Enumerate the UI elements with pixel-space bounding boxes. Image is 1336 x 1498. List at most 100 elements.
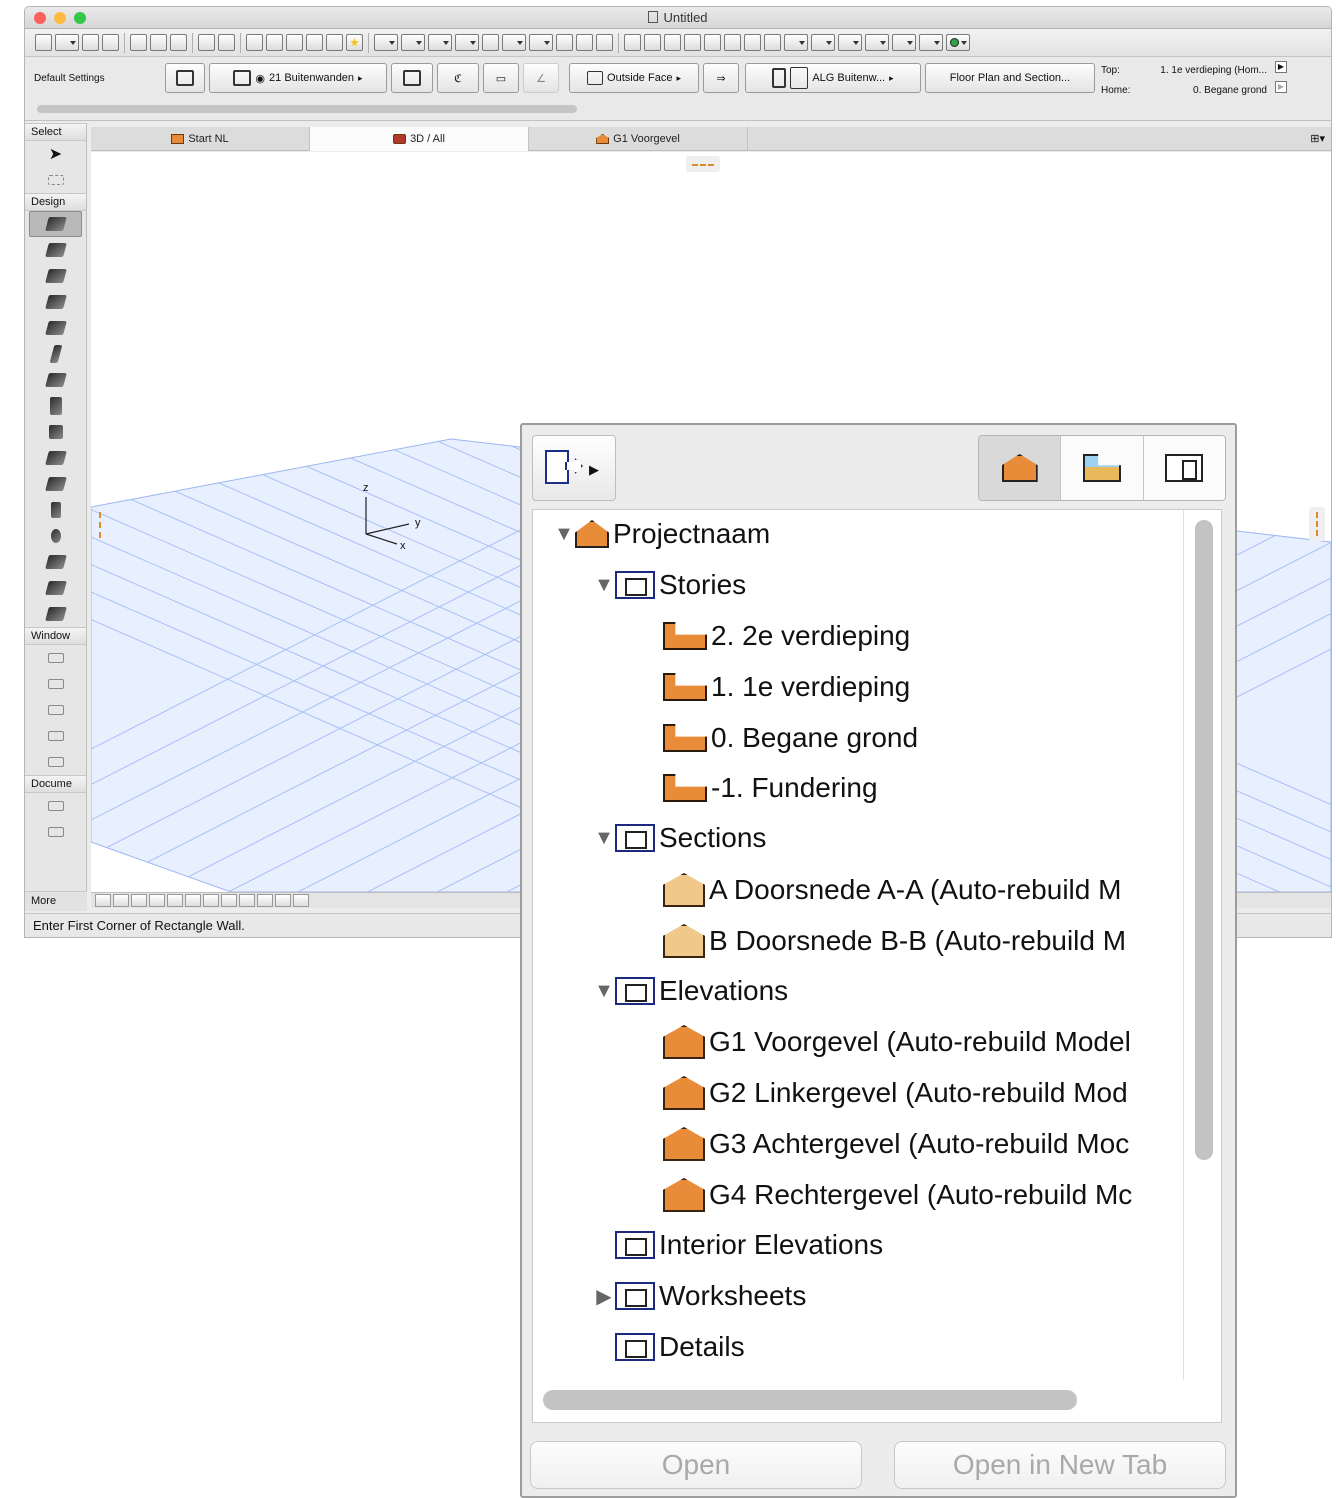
disclosure-down-icon[interactable]: ▼ — [593, 574, 615, 597]
zoom-in-out-icon[interactable] — [149, 894, 165, 907]
save-icon[interactable] — [82, 34, 99, 51]
ungroup-icon[interactable] — [644, 34, 661, 51]
disclosure-down-icon[interactable]: ▼ — [553, 523, 575, 546]
wall-type-button[interactable]: ▭ — [483, 63, 519, 93]
navigator-popup-button[interactable]: ▶ — [532, 435, 616, 501]
level-tool[interactable] — [29, 671, 82, 697]
inject-parameters-icon[interactable] — [306, 34, 323, 51]
toolbox-document-header[interactable]: Docume — [25, 775, 86, 793]
rebuild-icon[interactable] — [131, 894, 147, 907]
tree-item-worksheets[interactable]: ▶ Worksheets — [593, 1276, 806, 1316]
zoom-out-icon[interactable] — [185, 894, 201, 907]
render-icon[interactable] — [919, 34, 943, 51]
dimension-tool[interactable] — [29, 645, 82, 671]
flip-reference-button[interactable]: ⇒ — [703, 63, 739, 93]
tree-item-story[interactable]: 2. 2e verdieping — [663, 616, 910, 656]
label-tool[interactable] — [29, 723, 82, 749]
copy-icon[interactable] — [150, 34, 167, 51]
tree-item-elevations[interactable]: ▼ Elevations — [593, 971, 788, 1011]
layer-button[interactable]: ◉ 21 Buitenwanden — [209, 63, 387, 93]
stair-tool[interactable] — [29, 445, 82, 471]
tree-item-section[interactable]: A Doorsnede A-A (Auto-rebuild M — [663, 870, 1121, 910]
favorites-star-icon[interactable] — [346, 34, 363, 51]
info-box-scrollbar[interactable] — [37, 105, 577, 113]
zoom-in-icon[interactable] — [167, 894, 183, 907]
undo-icon[interactable] — [198, 34, 215, 51]
resize-icon[interactable] — [784, 34, 808, 51]
open-in-new-tab-button[interactable]: Open in New Tab — [894, 1441, 1226, 1489]
curtain-wall-tool[interactable] — [29, 367, 82, 393]
explore-icon[interactable] — [239, 894, 255, 907]
fit-window-icon[interactable] — [257, 894, 273, 907]
text-tool[interactable] — [29, 793, 82, 819]
elevate-icon[interactable] — [684, 34, 701, 51]
tree-item-projectnaam[interactable]: ▼ Projectnaam — [553, 514, 770, 554]
tab-options-icon[interactable]: ⊞▾ — [1310, 132, 1325, 145]
explode-icon[interactable] — [811, 34, 835, 51]
align-icon[interactable] — [529, 34, 553, 51]
cut-icon[interactable] — [130, 34, 147, 51]
floor-plan-section-button[interactable]: Floor Plan and Section... — [925, 63, 1095, 93]
tree-item-sections[interactable]: ▼ Sections — [593, 818, 766, 858]
3d-style-icon[interactable] — [865, 34, 889, 51]
disclosure-down-icon[interactable]: ▼ — [593, 980, 615, 1003]
zone-tool[interactable] — [29, 549, 82, 575]
3d-cutaway-icon[interactable] — [892, 34, 916, 51]
column2-tool[interactable] — [29, 341, 82, 367]
marquee-tool[interactable] — [29, 167, 82, 193]
tree-item-story[interactable]: -1. Fundering — [663, 768, 878, 808]
geometry-method-button[interactable] — [391, 63, 433, 93]
toolbox-window-header[interactable]: Window — [25, 627, 86, 645]
home-story-popup-icon[interactable]: ▶ — [1275, 81, 1287, 93]
3d-view-icon[interactable] — [838, 34, 862, 51]
roof-tool[interactable] — [29, 289, 82, 315]
object-tool[interactable] — [29, 497, 82, 523]
new-file-icon[interactable] — [35, 34, 52, 51]
print-icon[interactable] — [102, 34, 119, 51]
tree-item-interior-elevations[interactable]: Interior Elevations — [615, 1225, 883, 1265]
tab-3d-all[interactable]: 3D / All — [310, 127, 529, 151]
construction-method-button[interactable]: ℭ — [437, 63, 479, 93]
grid-tool[interactable] — [29, 749, 82, 775]
line-icon[interactable] — [482, 34, 499, 51]
magic-wand-icon[interactable] — [326, 34, 343, 51]
group-icon[interactable] — [624, 34, 641, 51]
fill-icon[interactable] — [428, 34, 452, 51]
tree-item-elevation[interactable]: G4 Rechtergevel (Auto-rebuild Mc — [663, 1175, 1132, 1215]
orbit-icon[interactable] — [221, 894, 237, 907]
wall-settings-button[interactable] — [165, 63, 205, 93]
open-file-icon[interactable] — [55, 34, 79, 51]
radial-tool[interactable] — [29, 697, 82, 723]
beam-tool[interactable] — [29, 315, 82, 341]
zoom-fit-icon[interactable] — [113, 894, 129, 907]
teamwork-icon[interactable] — [946, 34, 970, 51]
paste-icon[interactable] — [170, 34, 187, 51]
tree-item-elevation[interactable]: G1 Voorgevel (Auto-rebuild Model — [663, 1022, 1131, 1062]
top-story-popup-icon[interactable]: ▶ — [1275, 61, 1287, 73]
intersect-icon[interactable] — [724, 34, 741, 51]
wall-tool[interactable] — [29, 211, 82, 237]
arrow-tool[interactable]: ➤ — [29, 141, 82, 167]
redo-icon[interactable] — [218, 34, 235, 51]
suspend-groups-icon[interactable] — [664, 34, 681, 51]
tree-item-elevation[interactable]: G3 Achtergevel (Auto-rebuild Moc — [663, 1124, 1129, 1164]
tree-item-section[interactable]: B Doorsnede B-B (Auto-rebuild M — [663, 921, 1126, 961]
slab-tool[interactable] — [29, 263, 82, 289]
dimension2-tool[interactable] — [29, 819, 82, 845]
disclosure-right-icon[interactable]: ▶ — [593, 1284, 615, 1309]
tab-g1-voorgevel[interactable]: G1 Voorgevel — [529, 127, 748, 151]
open-button[interactable]: Open — [530, 1441, 862, 1489]
adjust-icon[interactable] — [764, 34, 781, 51]
layout-book-button[interactable] — [1144, 436, 1225, 500]
pen-weight-icon[interactable] — [401, 34, 425, 51]
slanted-wall-button[interactable]: ∠ — [523, 63, 559, 93]
pick-up-parameters-icon[interactable] — [286, 34, 303, 51]
surface-icon[interactable] — [455, 34, 479, 51]
toolbox-more-button[interactable]: More — [25, 891, 87, 911]
disclosure-down-icon[interactable]: ▼ — [593, 827, 615, 850]
morph-tool[interactable] — [29, 575, 82, 601]
next-zoom-icon[interactable] — [293, 894, 309, 907]
composite-button[interactable]: ALG Buitenw... — [745, 63, 921, 93]
section-view-icon[interactable] — [576, 34, 593, 51]
toolbox-design-header[interactable]: Design — [25, 193, 86, 211]
